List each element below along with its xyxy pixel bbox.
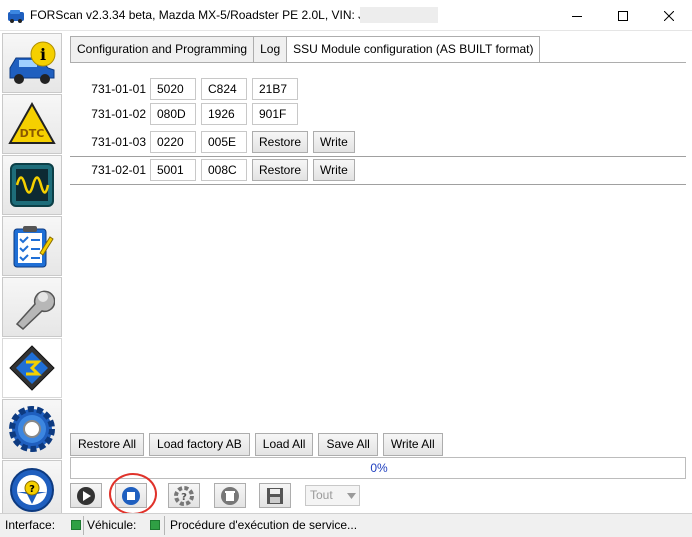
filter-select[interactable]: Tout xyxy=(305,485,360,506)
value-cell[interactable]: 5001 xyxy=(150,159,196,181)
close-icon xyxy=(664,10,674,21)
title-bar: FORScan v2.3.34 beta, Mazda MX-5/Roadste… xyxy=(0,0,692,31)
write-button[interactable]: Write xyxy=(313,131,355,153)
sidebar-item-tests[interactable] xyxy=(2,216,62,276)
maximize-icon xyxy=(618,10,628,21)
vehicle-label: Véhicule: xyxy=(87,518,137,532)
stop-icon xyxy=(122,486,140,505)
tab-log[interactable]: Log xyxy=(253,36,288,62)
tab-strip: Configuration and Programming Log SSU Mo… xyxy=(70,36,541,63)
action-buttons: Restore All Load factory AB Load All Sav… xyxy=(70,433,448,457)
sidebar-item-help[interactable]: ? xyxy=(2,460,62,520)
help-lifebuoy-icon: ? xyxy=(174,485,194,506)
svg-text:?: ? xyxy=(29,484,35,495)
toolbar: ? Tout xyxy=(70,483,686,509)
vin-redaction xyxy=(360,7,438,23)
steering-help-icon: ? xyxy=(10,468,54,512)
minimize-icon xyxy=(572,15,582,17)
sidebar-item-configuration[interactable] xyxy=(2,338,62,398)
status-bar: Interface: Véhicule: Procédure d'exécuti… xyxy=(0,513,692,537)
chevron-down-icon xyxy=(343,486,359,505)
asbuilt-row: 731-01-01 5020 C824 21B7 xyxy=(70,77,303,101)
value-cell[interactable]: 008C xyxy=(201,159,247,181)
checklist-icon xyxy=(13,226,54,268)
restore-all-button[interactable]: Restore All xyxy=(70,433,145,456)
stop-button[interactable] xyxy=(115,483,147,508)
status-divider xyxy=(83,516,84,535)
asbuilt-row: 731-01-03 0220 005E Restore Write xyxy=(70,130,360,154)
save-all-button[interactable]: Save All xyxy=(318,433,378,456)
value-cell[interactable]: C824 xyxy=(201,78,247,100)
wrench-icon xyxy=(15,290,55,330)
value-cell[interactable]: 0220 xyxy=(150,131,196,153)
row-divider xyxy=(70,184,686,185)
svg-text:DTC: DTC xyxy=(20,127,45,140)
forscan-app-icon xyxy=(8,10,24,23)
write-all-button[interactable]: Write All xyxy=(382,433,443,456)
value-cell[interactable]: 080D xyxy=(150,103,196,125)
asbuilt-row: 731-02-01 5001 008C Restore Write xyxy=(70,158,360,182)
delete-button[interactable] xyxy=(214,483,246,508)
value-cell[interactable]: 005E xyxy=(201,131,247,153)
sidebar-item-settings[interactable] xyxy=(2,399,62,459)
maximize-button[interactable] xyxy=(600,0,646,31)
asbuilt-panel: 731-01-01 5020 C824 21B7 731-01-02 080D … xyxy=(70,62,686,447)
row-id: 731-01-02 xyxy=(91,107,146,121)
value-cell[interactable]: 21B7 xyxy=(252,78,298,100)
status-divider xyxy=(164,516,165,535)
play-icon xyxy=(77,486,95,505)
svg-text:i: i xyxy=(40,45,46,64)
svg-text:?: ? xyxy=(181,492,187,503)
oscilloscope-icon xyxy=(10,163,54,207)
chip-icon xyxy=(9,345,55,391)
save-icon xyxy=(267,487,283,504)
sidebar-item-oscilloscope[interactable] xyxy=(2,155,62,215)
row-id: 731-01-01 xyxy=(91,82,146,96)
sidebar: i DTC ? xyxy=(2,33,62,520)
row-id: 731-02-01 xyxy=(91,163,146,177)
load-all-button[interactable]: Load All xyxy=(254,433,314,456)
restore-button[interactable]: Restore xyxy=(252,131,309,153)
sidebar-item-service[interactable] xyxy=(2,277,62,337)
interface-status-indicator xyxy=(71,520,81,530)
interface-label: Interface: xyxy=(5,518,56,532)
sidebar-item-vehicle-info[interactable]: i xyxy=(2,33,62,93)
value-cell[interactable]: 901F xyxy=(252,103,298,125)
gear-icon xyxy=(9,406,55,452)
asbuilt-row: 731-01-02 080D 1926 901F xyxy=(70,102,303,126)
save-button[interactable] xyxy=(259,483,291,508)
value-cell[interactable]: 5020 xyxy=(150,78,196,100)
value-cell[interactable]: 1926 xyxy=(201,103,247,125)
progress-bar: 0% xyxy=(70,457,686,479)
info-car-icon: i xyxy=(9,41,56,84)
status-message: Procédure d'exécution de service... xyxy=(170,518,358,532)
vehicle-status-indicator xyxy=(150,520,160,530)
progress-label: 0% xyxy=(370,461,388,475)
window-title: FORScan v2.3.34 beta, Mazda MX-5/Roadste… xyxy=(30,8,382,22)
load-factory-ab-button[interactable]: Load factory AB xyxy=(149,433,250,456)
play-button[interactable] xyxy=(70,483,102,508)
write-button[interactable]: Write xyxy=(313,159,355,181)
main-panel: Configuration and Programming Log SSU Mo… xyxy=(70,33,686,513)
close-button[interactable] xyxy=(646,0,692,31)
restore-button[interactable]: Restore xyxy=(252,159,309,181)
help-button[interactable]: ? xyxy=(168,483,200,508)
row-divider xyxy=(70,156,686,157)
minimize-button[interactable] xyxy=(554,0,600,31)
sidebar-item-dtc[interactable]: DTC xyxy=(2,94,62,154)
tab-configuration-programming[interactable]: Configuration and Programming xyxy=(70,36,255,62)
delete-icon xyxy=(221,486,239,505)
tab-ssu-module-configuration[interactable]: SSU Module configuration (AS BUILT forma… xyxy=(286,36,541,63)
dtc-warning-icon: DTC xyxy=(8,101,56,144)
row-id: 731-01-03 xyxy=(91,135,146,149)
filter-select-value: Tout xyxy=(310,488,333,502)
